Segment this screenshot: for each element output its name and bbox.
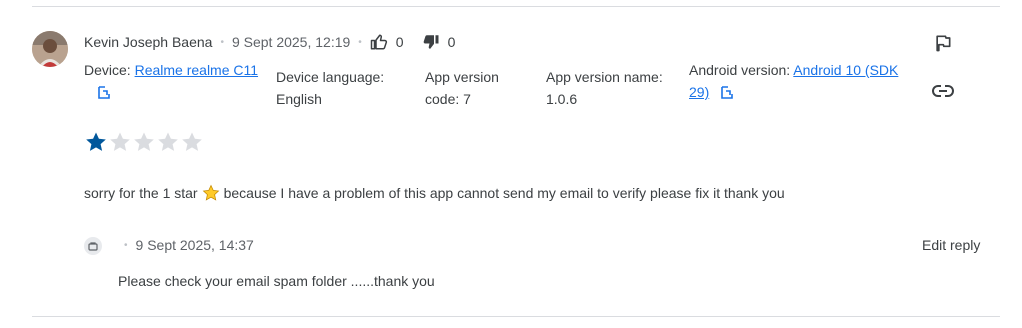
reply-date: 9 Sept 2025, 14:37 bbox=[135, 237, 254, 253]
thumbs-down-button[interactable]: 0 bbox=[422, 33, 456, 51]
review-text-part1: sorry for the 1 star bbox=[84, 185, 198, 201]
thumbs-up-button[interactable]: 0 bbox=[370, 33, 404, 51]
star-empty-icon bbox=[110, 132, 130, 151]
device-label: Device: bbox=[84, 62, 135, 78]
separator-dot: • bbox=[124, 239, 128, 251]
device-language-value: English bbox=[276, 91, 322, 107]
star-empty-icon bbox=[158, 132, 178, 151]
star-emoji-icon bbox=[202, 184, 219, 201]
top-divider bbox=[32, 6, 1000, 7]
report-flag-button[interactable] bbox=[933, 33, 953, 53]
android-version-info: Android version: Android 10 (SDK 29) bbox=[689, 59, 914, 103]
review-text: sorry for the 1 star because I have a pr… bbox=[84, 184, 785, 202]
separator-dot: • bbox=[358, 36, 362, 48]
app-version-code-info: App version code: 7 bbox=[425, 69, 499, 107]
reviewer-name: Kevin Joseph Baena bbox=[84, 34, 213, 50]
star-rating bbox=[84, 130, 204, 154]
device-info: Device: Realme realme C11 bbox=[84, 59, 274, 103]
reply-header: • 9 Sept 2025, 14:37 bbox=[124, 237, 254, 253]
star-empty-icon bbox=[134, 132, 154, 151]
star-empty-icon bbox=[182, 132, 202, 151]
reply-text: Please check your email spam folder ....… bbox=[118, 273, 435, 289]
reviewer-avatar bbox=[32, 31, 68, 67]
app-version-name-info: App version name: 1.0.6 bbox=[546, 66, 676, 110]
open-in-new-icon[interactable] bbox=[719, 85, 735, 101]
app-version-name-label: App version name: bbox=[546, 69, 663, 85]
android-version-label: Android version: bbox=[689, 62, 794, 78]
developer-avatar bbox=[84, 237, 102, 255]
device-language-info: Device language: English bbox=[276, 66, 416, 110]
thumbs-up-count: 0 bbox=[395, 34, 404, 50]
review-header: Kevin Joseph Baena • 9 Sept 2025, 12:19 … bbox=[84, 32, 455, 52]
app-version-name-value: 1.0.6 bbox=[546, 91, 578, 107]
thumbs-down-count: 0 bbox=[447, 34, 456, 50]
review-date: 9 Sept 2025, 12:19 bbox=[231, 34, 351, 50]
thumbs-down-icon bbox=[423, 35, 439, 49]
star-filled-icon bbox=[86, 132, 106, 151]
review-text-part2: because I have a problem of this app can… bbox=[223, 185, 785, 201]
device-link[interactable]: Realme realme C11 bbox=[135, 62, 258, 78]
edit-reply-button[interactable]: Edit reply bbox=[922, 237, 980, 253]
link-icon bbox=[932, 85, 954, 97]
developer-icon bbox=[88, 242, 98, 251]
flag-icon bbox=[936, 35, 951, 52]
thumbs-up-icon bbox=[370, 34, 387, 50]
open-in-new-icon[interactable] bbox=[96, 85, 112, 101]
copy-link-button[interactable] bbox=[931, 81, 955, 101]
bottom-divider bbox=[32, 316, 1000, 317]
reviewer-avatar-image bbox=[32, 31, 68, 67]
device-language-label: Device language: bbox=[276, 69, 385, 85]
separator-dot: • bbox=[220, 36, 224, 48]
